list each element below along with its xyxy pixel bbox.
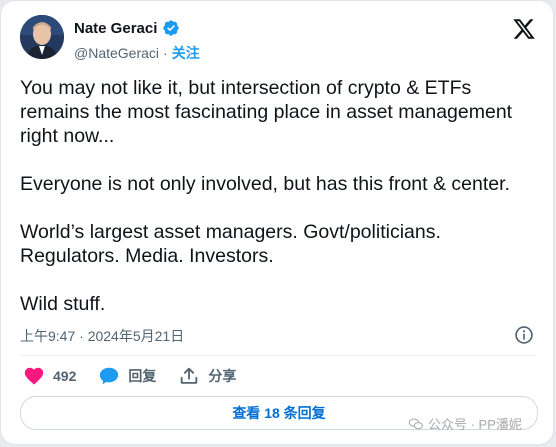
author-name[interactable]: Nate Geraci — [74, 20, 157, 37]
share-label: 分享 — [208, 368, 237, 384]
action-bar: 492 回复 分享 — [23, 365, 258, 387]
heart-icon — [24, 367, 44, 385]
separator-dot: · — [163, 45, 168, 61]
wechat-icon — [408, 417, 423, 429]
reply-label: 回复 — [128, 368, 157, 384]
tweet-paragraph: Everyone is not only involved, but has t… — [20, 173, 510, 195]
tweet-text: You may not like it, but intersection of… — [20, 76, 545, 340]
author-info: Nate Geraci @NateGeraci · 关注 — [74, 18, 200, 63]
divider — [20, 355, 536, 356]
watermark: 公众号 · PP潘妮 — [408, 414, 522, 433]
follow-button[interactable]: 关注 — [172, 43, 200, 63]
tweet-paragraph: You may not like it, but intersection of… — [20, 77, 513, 147]
like-button[interactable]: 492 — [23, 365, 76, 387]
share-upload-icon — [181, 367, 198, 384]
avatar-photo — [20, 15, 64, 59]
tweet-timestamp[interactable]: 上午9:47 · 2024年5月21日 — [20, 326, 184, 346]
author-handle[interactable]: @NateGeraci — [74, 45, 159, 61]
like-count: 492 — [53, 368, 77, 384]
share-button[interactable]: 分享 — [178, 365, 236, 387]
watermark-text: 公众号 · PP潘妮 — [428, 417, 522, 432]
info-icon[interactable] — [514, 325, 534, 345]
x-logo-icon[interactable] — [512, 17, 536, 41]
verified-badge-icon — [163, 20, 180, 36]
avatar[interactable] — [20, 15, 64, 59]
view-replies-label: 查看 18 条回复 — [232, 405, 326, 421]
reply-button[interactable]: 回复 — [98, 365, 156, 387]
speech-bubble-icon — [100, 367, 119, 385]
tweet-paragraph: World’s largest asset managers. Govt/pol… — [20, 221, 441, 267]
tweet-card: Nate Geraci @NateGeraci · 关注 You may not… — [1, 1, 553, 444]
tweet-paragraph: Wild stuff. — [20, 293, 106, 315]
